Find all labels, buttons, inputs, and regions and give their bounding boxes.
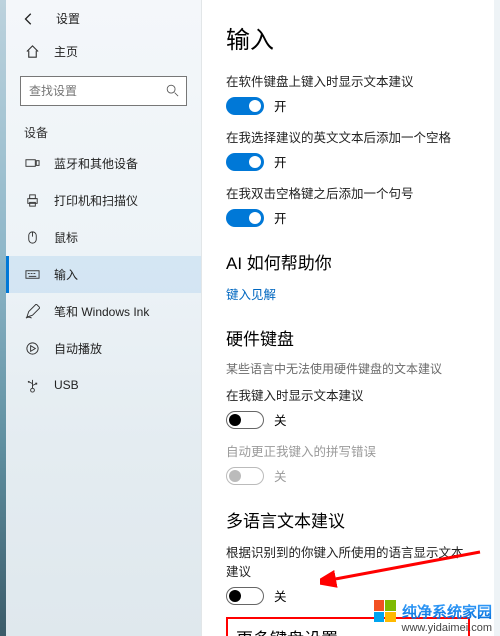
- bluetooth-icon: [24, 156, 40, 172]
- toggle-state: 关: [274, 466, 287, 485]
- sidebar-item-typing[interactable]: 输入: [6, 256, 201, 293]
- sidebar-item-bluetooth[interactable]: 蓝牙和其他设备: [6, 145, 201, 182]
- toggle-autocorrect: [226, 467, 264, 485]
- toggle-state: 开: [274, 152, 287, 171]
- toggle-add-period[interactable]: [226, 209, 264, 227]
- toggle-add-space[interactable]: [226, 153, 264, 171]
- setting-label: 在我键入时显示文本建议: [226, 385, 470, 404]
- back-button[interactable]: [22, 12, 40, 26]
- section-hardware-keyboard: 硬件键盘: [226, 325, 470, 350]
- toggle-sw-keyboard-suggestions[interactable]: [226, 97, 264, 115]
- toggle-state: 关: [274, 586, 287, 605]
- section-multilingual: 多语言文本建议: [226, 507, 470, 532]
- usb-icon: [24, 377, 40, 393]
- hw-keyboard-desc: 某些语言中无法使用硬件键盘的文本建议: [226, 360, 470, 377]
- sidebar-item-mouse[interactable]: 鼠标: [6, 219, 201, 256]
- page-title: 输入: [226, 20, 470, 55]
- sidebar-item-pen[interactable]: 笔和 Windows Ink: [6, 293, 201, 330]
- setting-label: 在我选择建议的英文文本后添加一个空格: [226, 127, 470, 146]
- sidebar-item-label: USB: [54, 378, 79, 392]
- sidebar-item-label: 笔和 Windows Ink: [54, 303, 149, 320]
- keyboard-icon: [24, 267, 40, 283]
- section-ai: AI 如何帮助你: [226, 249, 470, 274]
- toggle-state: 关: [274, 410, 287, 429]
- search-icon: [165, 83, 179, 97]
- sidebar-item-label: 输入: [54, 266, 78, 283]
- link-typing-insights[interactable]: 键入见解: [226, 284, 470, 303]
- printer-icon: [24, 193, 40, 209]
- sidebar-item-label: 自动播放: [54, 340, 102, 357]
- setting-label: 根据识别到的你键入所使用的语言显示文本建议: [226, 542, 470, 580]
- toggle-multilingual[interactable]: [226, 587, 264, 605]
- search-input[interactable]: [20, 76, 187, 106]
- sidebar-item-label: 鼠标: [54, 229, 78, 246]
- sidebar-item-autoplay[interactable]: 自动播放: [6, 330, 201, 367]
- watermark-logo-icon: [374, 600, 396, 622]
- sidebar-item-label: 打印机和扫描仪: [54, 192, 138, 209]
- sidebar-item-label: 蓝牙和其他设备: [54, 155, 138, 172]
- window-title: 设置: [56, 10, 80, 27]
- watermark-brand: 纯净系统家园: [402, 601, 492, 622]
- home-icon: [24, 44, 40, 60]
- sidebar-home[interactable]: 主页: [6, 33, 201, 70]
- sidebar-item-usb[interactable]: USB: [6, 367, 201, 403]
- autoplay-icon: [24, 341, 40, 357]
- toggle-hw-suggestions[interactable]: [226, 411, 264, 429]
- toggle-state: 开: [274, 96, 287, 115]
- sidebar-section-devices: 设备: [6, 118, 201, 145]
- toggle-state: 开: [274, 208, 287, 227]
- sidebar-home-label: 主页: [54, 43, 78, 60]
- watermark: 纯净系统家园 www.yidaimei.com: [374, 600, 492, 634]
- setting-label-disabled: 自动更正我键入的拼写错误: [226, 441, 470, 460]
- setting-label: 在我双击空格键之后添加一个句号: [226, 183, 470, 202]
- pen-icon: [24, 304, 40, 320]
- watermark-url: www.yidaimei.com: [374, 622, 492, 634]
- setting-label: 在软件键盘上键入时显示文本建议: [226, 71, 470, 90]
- mouse-icon: [24, 230, 40, 246]
- sidebar-item-printers[interactable]: 打印机和扫描仪: [6, 182, 201, 219]
